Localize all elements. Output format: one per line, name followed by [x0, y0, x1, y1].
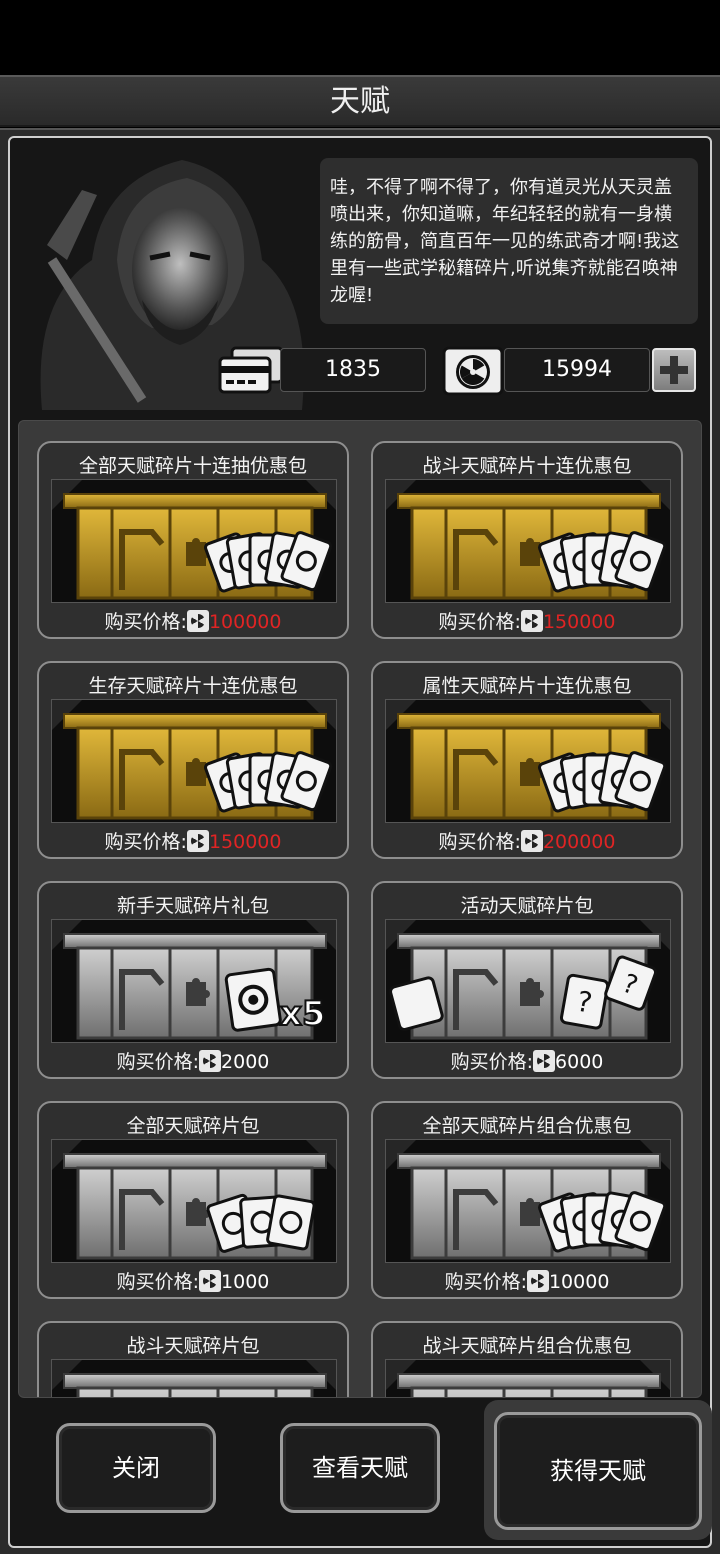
- radiation-token-icon: [520, 610, 543, 632]
- pack-list[interactable]: 全部天赋碎片十连抽优惠包 购买价格: 100000 战斗天赋碎片十连优惠包 购买价格…: [18, 420, 702, 1398]
- quantity-badge: x5: [279, 993, 327, 1035]
- obtain-talents-button[interactable]: 获得天赋: [494, 1412, 702, 1530]
- pack-image: [385, 1359, 671, 1397]
- price-value: 150000: [208, 831, 282, 853]
- pack-image: [51, 479, 337, 603]
- pack-name: 生存天赋碎片十连优惠包: [88, 675, 298, 697]
- pack-card[interactable]: 全部天赋碎片组合优惠包 购买价格: 10000: [371, 1101, 683, 1299]
- view-talents-button[interactable]: 查看天赋: [280, 1423, 440, 1513]
- pack-image: [51, 1359, 337, 1397]
- chest-image: [52, 480, 336, 602]
- pack-card[interactable]: 全部天赋碎片十连抽优惠包 购买价格: 100000: [37, 441, 349, 639]
- price-label: 购买价格:: [116, 1271, 200, 1293]
- pack-card[interactable]: 全部天赋碎片包 购买价格: 1000: [37, 1101, 349, 1299]
- currency-radiation-value: 15994: [504, 348, 650, 392]
- pack-name: 全部天赋碎片组合优惠包: [422, 1115, 632, 1137]
- pack-image: [385, 1139, 671, 1263]
- close-button[interactable]: 关闭: [56, 1423, 216, 1513]
- price-label: 购买价格:: [450, 1051, 534, 1073]
- radiation-token-icon: [199, 1050, 222, 1072]
- pack-price: 购买价格: 2000: [39, 1047, 347, 1074]
- pack-card[interactable]: 战斗天赋碎片十连优惠包 购买价格: 150000: [371, 441, 683, 639]
- price-value: 150000: [542, 611, 616, 633]
- chest-image: [52, 1140, 336, 1262]
- price-value: 10000: [548, 1271, 610, 1293]
- pack-card[interactable]: 战斗天赋碎片包: [37, 1321, 349, 1397]
- radiation-token-icon: [186, 830, 209, 852]
- radiation-token-icon: [520, 830, 543, 852]
- radiation-token-icon: [186, 610, 209, 632]
- pack-image: [51, 699, 337, 823]
- pack-price: 购买价格: 100000: [39, 607, 347, 634]
- chest-image: [52, 700, 336, 822]
- pack-price: 购买价格: 200000: [373, 827, 681, 854]
- pack-image: ??: [385, 919, 671, 1043]
- pack-name: 战斗天赋碎片十连优惠包: [422, 455, 632, 477]
- pack-name: 战斗天赋碎片组合优惠包: [422, 1335, 632, 1357]
- price-label: 购买价格:: [104, 831, 187, 853]
- radiation-token-icon: [533, 1050, 556, 1072]
- plus-icon: [660, 356, 688, 384]
- page-title: 天赋: [0, 75, 720, 127]
- price-value: 100000: [208, 611, 282, 633]
- add-currency-button[interactable]: [652, 348, 696, 392]
- radiation-token-icon: [526, 1270, 549, 1292]
- npc-dialogue: 哇，不得了啊不得了，你有道灵光从天灵盖喷出来，你知道嘛，年纪轻轻的就有一身横练的…: [320, 158, 698, 324]
- card-ticket-icon: [218, 346, 284, 394]
- price-label: 购买价格:: [438, 831, 521, 853]
- pack-price: 购买价格: 150000: [373, 607, 681, 634]
- pack-image: x5: [51, 919, 337, 1043]
- chest-image: ??: [386, 920, 670, 1042]
- chest-image: [386, 700, 670, 822]
- pack-image: [385, 699, 671, 823]
- price-label: 购买价格:: [116, 1051, 200, 1073]
- pack-name: 战斗天赋碎片包: [126, 1335, 260, 1357]
- pack-image: [51, 1139, 337, 1263]
- pack-card[interactable]: 新手天赋碎片礼包 x5 购买价格: 2000: [37, 881, 349, 1079]
- pack-name: 全部天赋碎片包: [126, 1115, 260, 1137]
- pack-price: 购买价格: 1000: [39, 1267, 347, 1294]
- pack-card[interactable]: 活动天赋碎片包 ?? 购买价格: 6000: [371, 881, 683, 1079]
- chest-image: [386, 1360, 670, 1397]
- pack-name: 活动天赋碎片包: [460, 895, 594, 917]
- pack-image: [385, 479, 671, 603]
- price-value: 6000: [555, 1051, 604, 1073]
- chest-image: [386, 480, 670, 602]
- price-value: 1000: [221, 1271, 270, 1293]
- price-label: 购买价格:: [104, 611, 187, 633]
- radiation-token-icon: [199, 1270, 222, 1292]
- currency-cards-value: 1835: [280, 348, 426, 392]
- pack-price: 购买价格: 150000: [39, 827, 347, 854]
- pack-name: 新手天赋碎片礼包: [116, 895, 269, 917]
- price-value: 2000: [221, 1051, 270, 1073]
- pack-price: 购买价格: 6000: [373, 1047, 681, 1074]
- pack-card[interactable]: 属性天赋碎片十连优惠包 购买价格: 200000: [371, 661, 683, 859]
- chest-image: [386, 1140, 670, 1262]
- pack-card[interactable]: 生存天赋碎片十连优惠包 购买价格: 150000: [37, 661, 349, 859]
- pack-price: 购买价格: 10000: [373, 1267, 681, 1294]
- radiation-token-icon: [442, 346, 504, 396]
- pack-name: 全部天赋碎片十连抽优惠包: [78, 455, 307, 477]
- pack-card[interactable]: 战斗天赋碎片组合优惠包: [371, 1321, 683, 1397]
- chest-image: [52, 1360, 336, 1397]
- price-label: 购买价格:: [438, 611, 521, 633]
- pack-name: 属性天赋碎片十连优惠包: [422, 675, 632, 697]
- price-label: 购买价格:: [444, 1271, 527, 1293]
- price-value: 200000: [542, 831, 616, 853]
